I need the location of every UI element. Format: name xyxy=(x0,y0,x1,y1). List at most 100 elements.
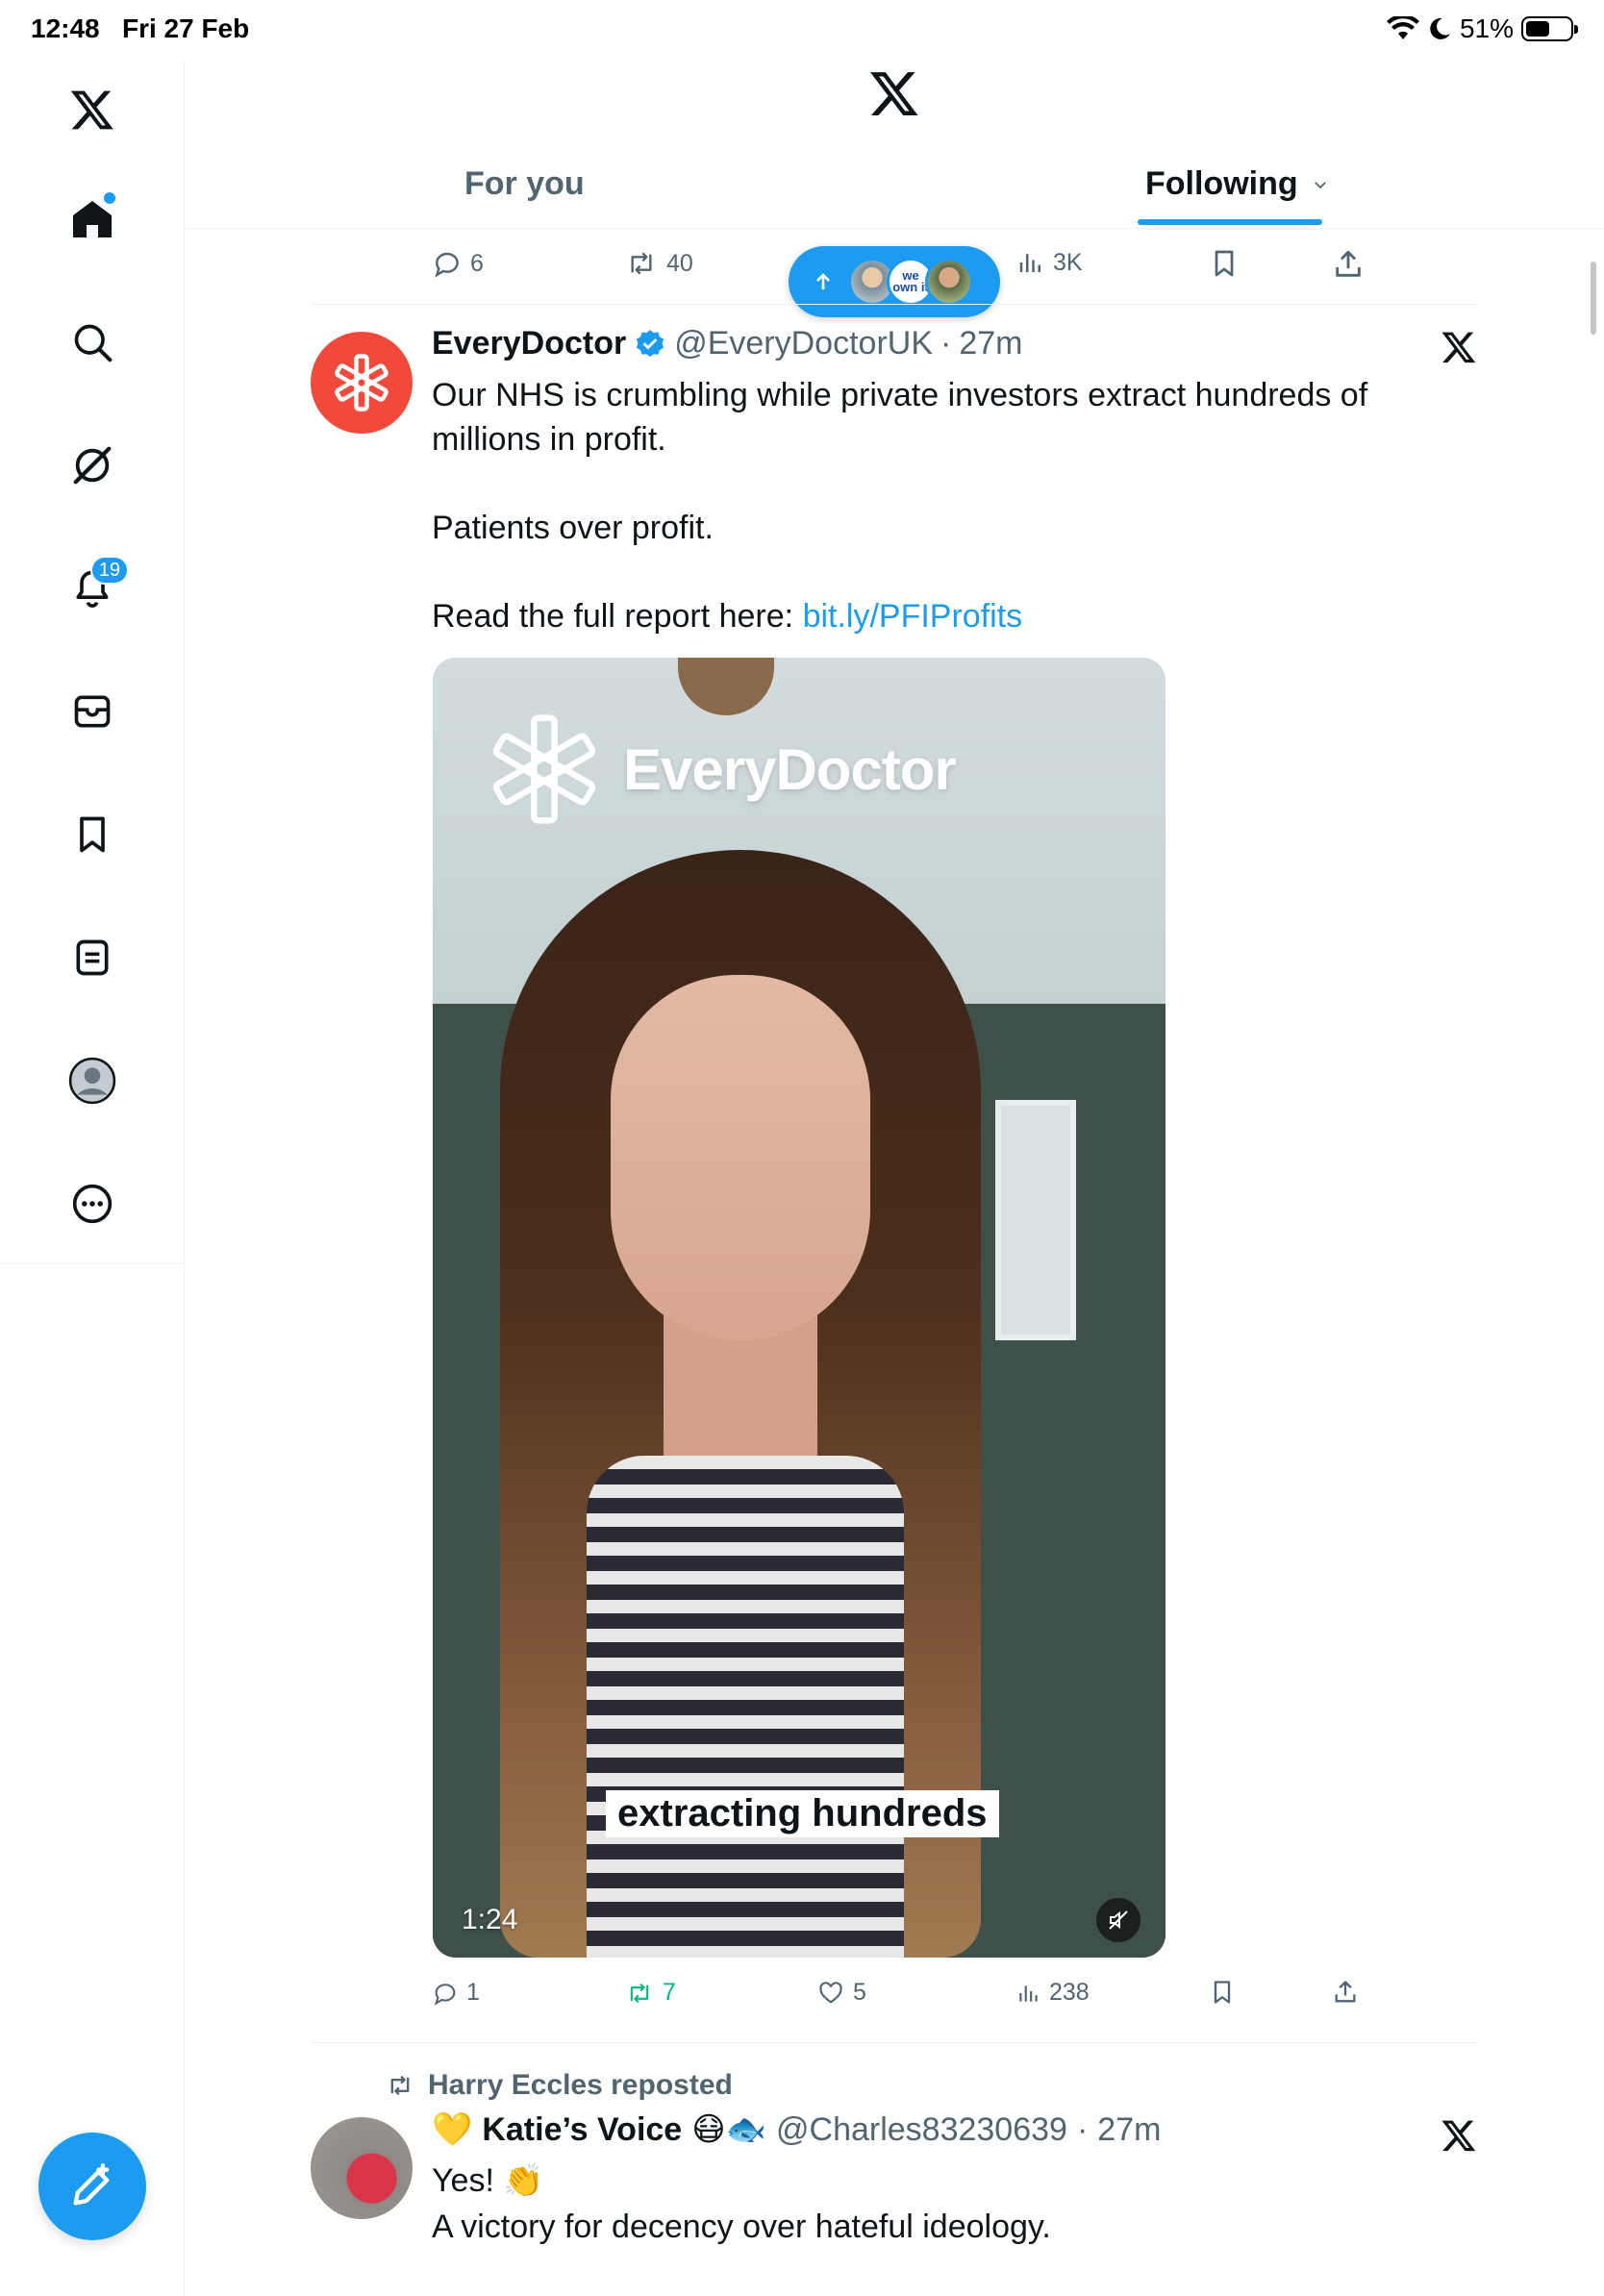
post-text: Our NHS is crumbling while private inves… xyxy=(432,373,1413,638)
dot-separator: · xyxy=(940,325,952,362)
tab-for-you[interactable]: For you xyxy=(464,165,585,203)
share-icon xyxy=(1336,250,1361,277)
grok-icon[interactable] xyxy=(62,435,123,496)
repost-icon xyxy=(630,1983,649,2003)
muted-speaker-icon xyxy=(1109,1910,1128,1930)
battery-percent: 51% xyxy=(1459,13,1514,43)
video-person-shirt xyxy=(587,1456,904,1958)
post-line-3: Read the full report here: bit.ly/PFIPro… xyxy=(432,594,1413,638)
bookmark-button[interactable] xyxy=(1209,248,1240,279)
views-icon xyxy=(1019,1984,1038,2002)
tab-following[interactable]: Following xyxy=(1145,165,1329,203)
repost-count: 40 xyxy=(666,249,693,277)
video-caption: extracting hundreds xyxy=(606,1790,999,1837)
views-count: 238 xyxy=(1049,1979,1090,2006)
views-button[interactable]: 238 xyxy=(1016,1979,1090,2007)
share-button[interactable] xyxy=(1332,248,1365,281)
reply-button[interactable]: 6 xyxy=(432,248,484,279)
search-icon[interactable] xyxy=(62,312,123,373)
reply-count: 6 xyxy=(470,249,484,277)
verified-badge-icon xyxy=(637,329,664,357)
repost-context[interactable]: Harry Eccles reposted xyxy=(384,2069,733,2102)
reply-icon xyxy=(434,1983,456,2006)
share-icon xyxy=(1335,1981,1356,2003)
post-avatar[interactable] xyxy=(311,332,413,434)
arrow-up-icon xyxy=(816,273,830,289)
bookmarks-icon[interactable] xyxy=(62,804,123,865)
post-actions: 1 7 5 238 xyxy=(186,1979,1604,2017)
heart-icon xyxy=(819,1981,842,2004)
post-link[interactable]: bit.ly/PFIProfits xyxy=(803,598,1023,635)
heart-emoji: 💛 xyxy=(432,2111,473,2148)
date: Fri 27 Feb xyxy=(121,13,250,43)
reply-button[interactable]: 1 xyxy=(432,1979,480,2007)
status-time: 12:48 Fri 27 Feb xyxy=(31,13,249,44)
post-line-1: Yes! 👏 xyxy=(432,2158,1051,2204)
post-separator xyxy=(311,304,1478,305)
bookmark-button[interactable] xyxy=(1209,1979,1236,2006)
views-count: 3K xyxy=(1053,248,1083,276)
post-line-2: Patients over profit. xyxy=(432,510,714,546)
views-icon xyxy=(1019,254,1040,272)
grok-x-icon[interactable] xyxy=(1441,2117,1479,2156)
sidebar-divider xyxy=(0,1263,185,1264)
post-time[interactable]: 27m xyxy=(1097,2111,1161,2149)
home-icon[interactable] xyxy=(62,188,123,250)
more-icon[interactable] xyxy=(62,1173,123,1235)
repost-count: 7 xyxy=(663,1979,676,2006)
lists-icon[interactable] xyxy=(62,927,123,988)
battery-icon xyxy=(1521,16,1578,41)
bookmark-icon xyxy=(1214,1981,1231,2004)
profile-avatar-icon[interactable] xyxy=(62,1050,123,1111)
compose-button[interactable] xyxy=(38,2133,146,2240)
like-count: 5 xyxy=(853,1979,866,2006)
repost-button-active[interactable]: 7 xyxy=(624,1979,676,2007)
post-text: Yes! 👏 A victory for decency over hatefu… xyxy=(432,2158,1051,2250)
post-line-2: A victory for decency over hateful ideol… xyxy=(432,2209,1051,2245)
dot-separator: · xyxy=(1076,2110,1089,2148)
wifi-icon xyxy=(1386,16,1419,39)
post-time[interactable]: 27m xyxy=(959,325,1022,362)
new-posts-pill[interactable]: we own it xyxy=(789,246,1000,317)
post-line-3-text: Read the full report here: xyxy=(432,598,803,635)
video-window xyxy=(995,1100,1076,1340)
reply-count: 1 xyxy=(466,1979,480,2006)
post-separator xyxy=(311,2042,1478,2043)
video-player[interactable]: EveryDoctor extracting hundreds 1:24 xyxy=(433,658,1165,1958)
post-header: 💛 Katie’s Voice 😷🐟 @Charles83230639 · 27… xyxy=(432,2110,1161,2149)
handle[interactable]: @Charles83230639 xyxy=(776,2111,1067,2149)
handle[interactable]: @EveryDoctorUK xyxy=(674,325,933,362)
share-button[interactable] xyxy=(1332,1979,1359,2006)
home-unread-dot xyxy=(104,192,115,204)
everydoctor-logo-icon xyxy=(335,354,388,412)
timeline-tabs: For you Following xyxy=(186,156,1604,229)
post-avatar[interactable] xyxy=(311,2117,413,2219)
mute-button[interactable] xyxy=(1096,1898,1140,1942)
tab-following-label: Following xyxy=(1145,165,1298,202)
moon-icon xyxy=(1430,17,1450,39)
compose-icon xyxy=(73,2163,110,2206)
x-logo-icon[interactable] xyxy=(62,79,123,140)
display-name[interactable]: EveryDoctor xyxy=(432,325,626,362)
repost-icon xyxy=(631,252,652,275)
repost-icon xyxy=(390,2075,410,2096)
bookmark-icon xyxy=(1215,250,1234,277)
x-header-logo-icon[interactable] xyxy=(868,67,922,121)
reposted-by-label: Harry Eccles reposted xyxy=(428,2069,733,2101)
everydoctor-logo-icon xyxy=(492,714,596,824)
post-header: EveryDoctor @EveryDoctorUK · 27m xyxy=(432,325,1022,362)
grok-x-icon[interactable] xyxy=(1441,329,1479,367)
chevron-down-icon xyxy=(1314,181,1326,188)
views-button[interactable]: 3K xyxy=(1016,248,1083,277)
messages-icon[interactable] xyxy=(62,681,123,742)
repost-button[interactable]: 40 xyxy=(624,248,693,279)
notifications-icon[interactable]: 19 xyxy=(62,556,129,619)
reply-icon xyxy=(435,252,459,278)
active-tab-indicator xyxy=(1138,219,1322,225)
like-button[interactable]: 5 xyxy=(816,1979,866,2007)
scrollbar[interactable] xyxy=(1591,262,1596,335)
video-person-face xyxy=(611,975,870,1340)
display-name[interactable]: Katie’s Voice xyxy=(482,2111,682,2149)
video-brand-text: EveryDoctor xyxy=(623,736,957,802)
pill-avatar xyxy=(925,258,973,306)
